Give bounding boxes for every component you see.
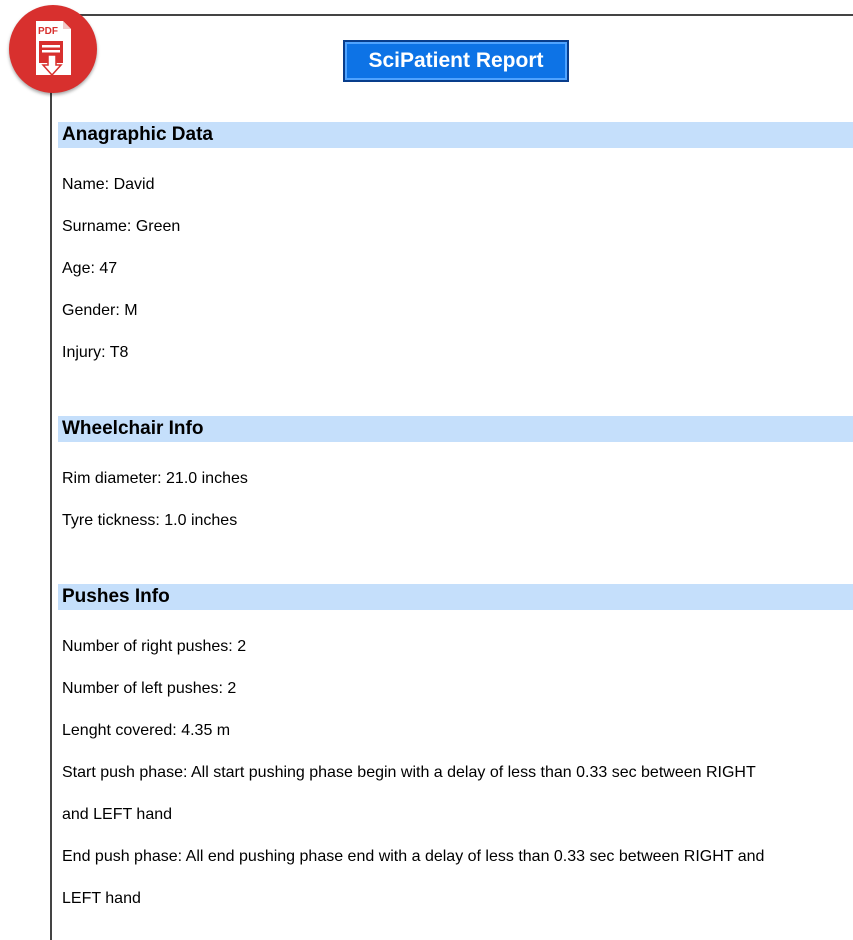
- page-border-left: [50, 14, 52, 940]
- field-age: Age: 47: [62, 260, 118, 277]
- field-length-covered: Lenght covered: 4.35 m: [62, 722, 231, 739]
- field-name: Name: David: [62, 176, 155, 193]
- field-end-push-phase: End push phase: All end pushing phase en…: [62, 848, 765, 865]
- pdf-label: PDF: [38, 26, 58, 37]
- section-header-pushes: Pushes Info: [58, 584, 853, 610]
- field-right-pushes: Number of right pushes: 2: [62, 638, 247, 655]
- field-injury: Injury: T8: [62, 344, 129, 361]
- field-surname: Surname: Green: [62, 218, 181, 235]
- section-header-wheelchair: Wheelchair Info: [58, 416, 853, 442]
- page-border-top: [50, 14, 853, 16]
- field-start-push-phase-cont: and LEFT hand: [62, 806, 173, 823]
- report-title: SciPatient Report: [343, 40, 569, 82]
- pdf-download-icon[interactable]: PDF: [9, 5, 97, 93]
- field-start-push-phase: Start push phase: All start pushing phas…: [62, 764, 756, 781]
- section-header-anagraphic: Anagraphic Data: [58, 122, 853, 148]
- field-tyre-thickness: Tyre tickness: 1.0 inches: [62, 512, 238, 529]
- field-left-pushes: Number of left pushes: 2: [62, 680, 237, 697]
- field-gender: Gender: M: [62, 302, 138, 319]
- field-rim-diameter: Rim diameter: 21.0 inches: [62, 470, 248, 487]
- field-end-push-phase-cont: LEFT hand: [62, 890, 141, 907]
